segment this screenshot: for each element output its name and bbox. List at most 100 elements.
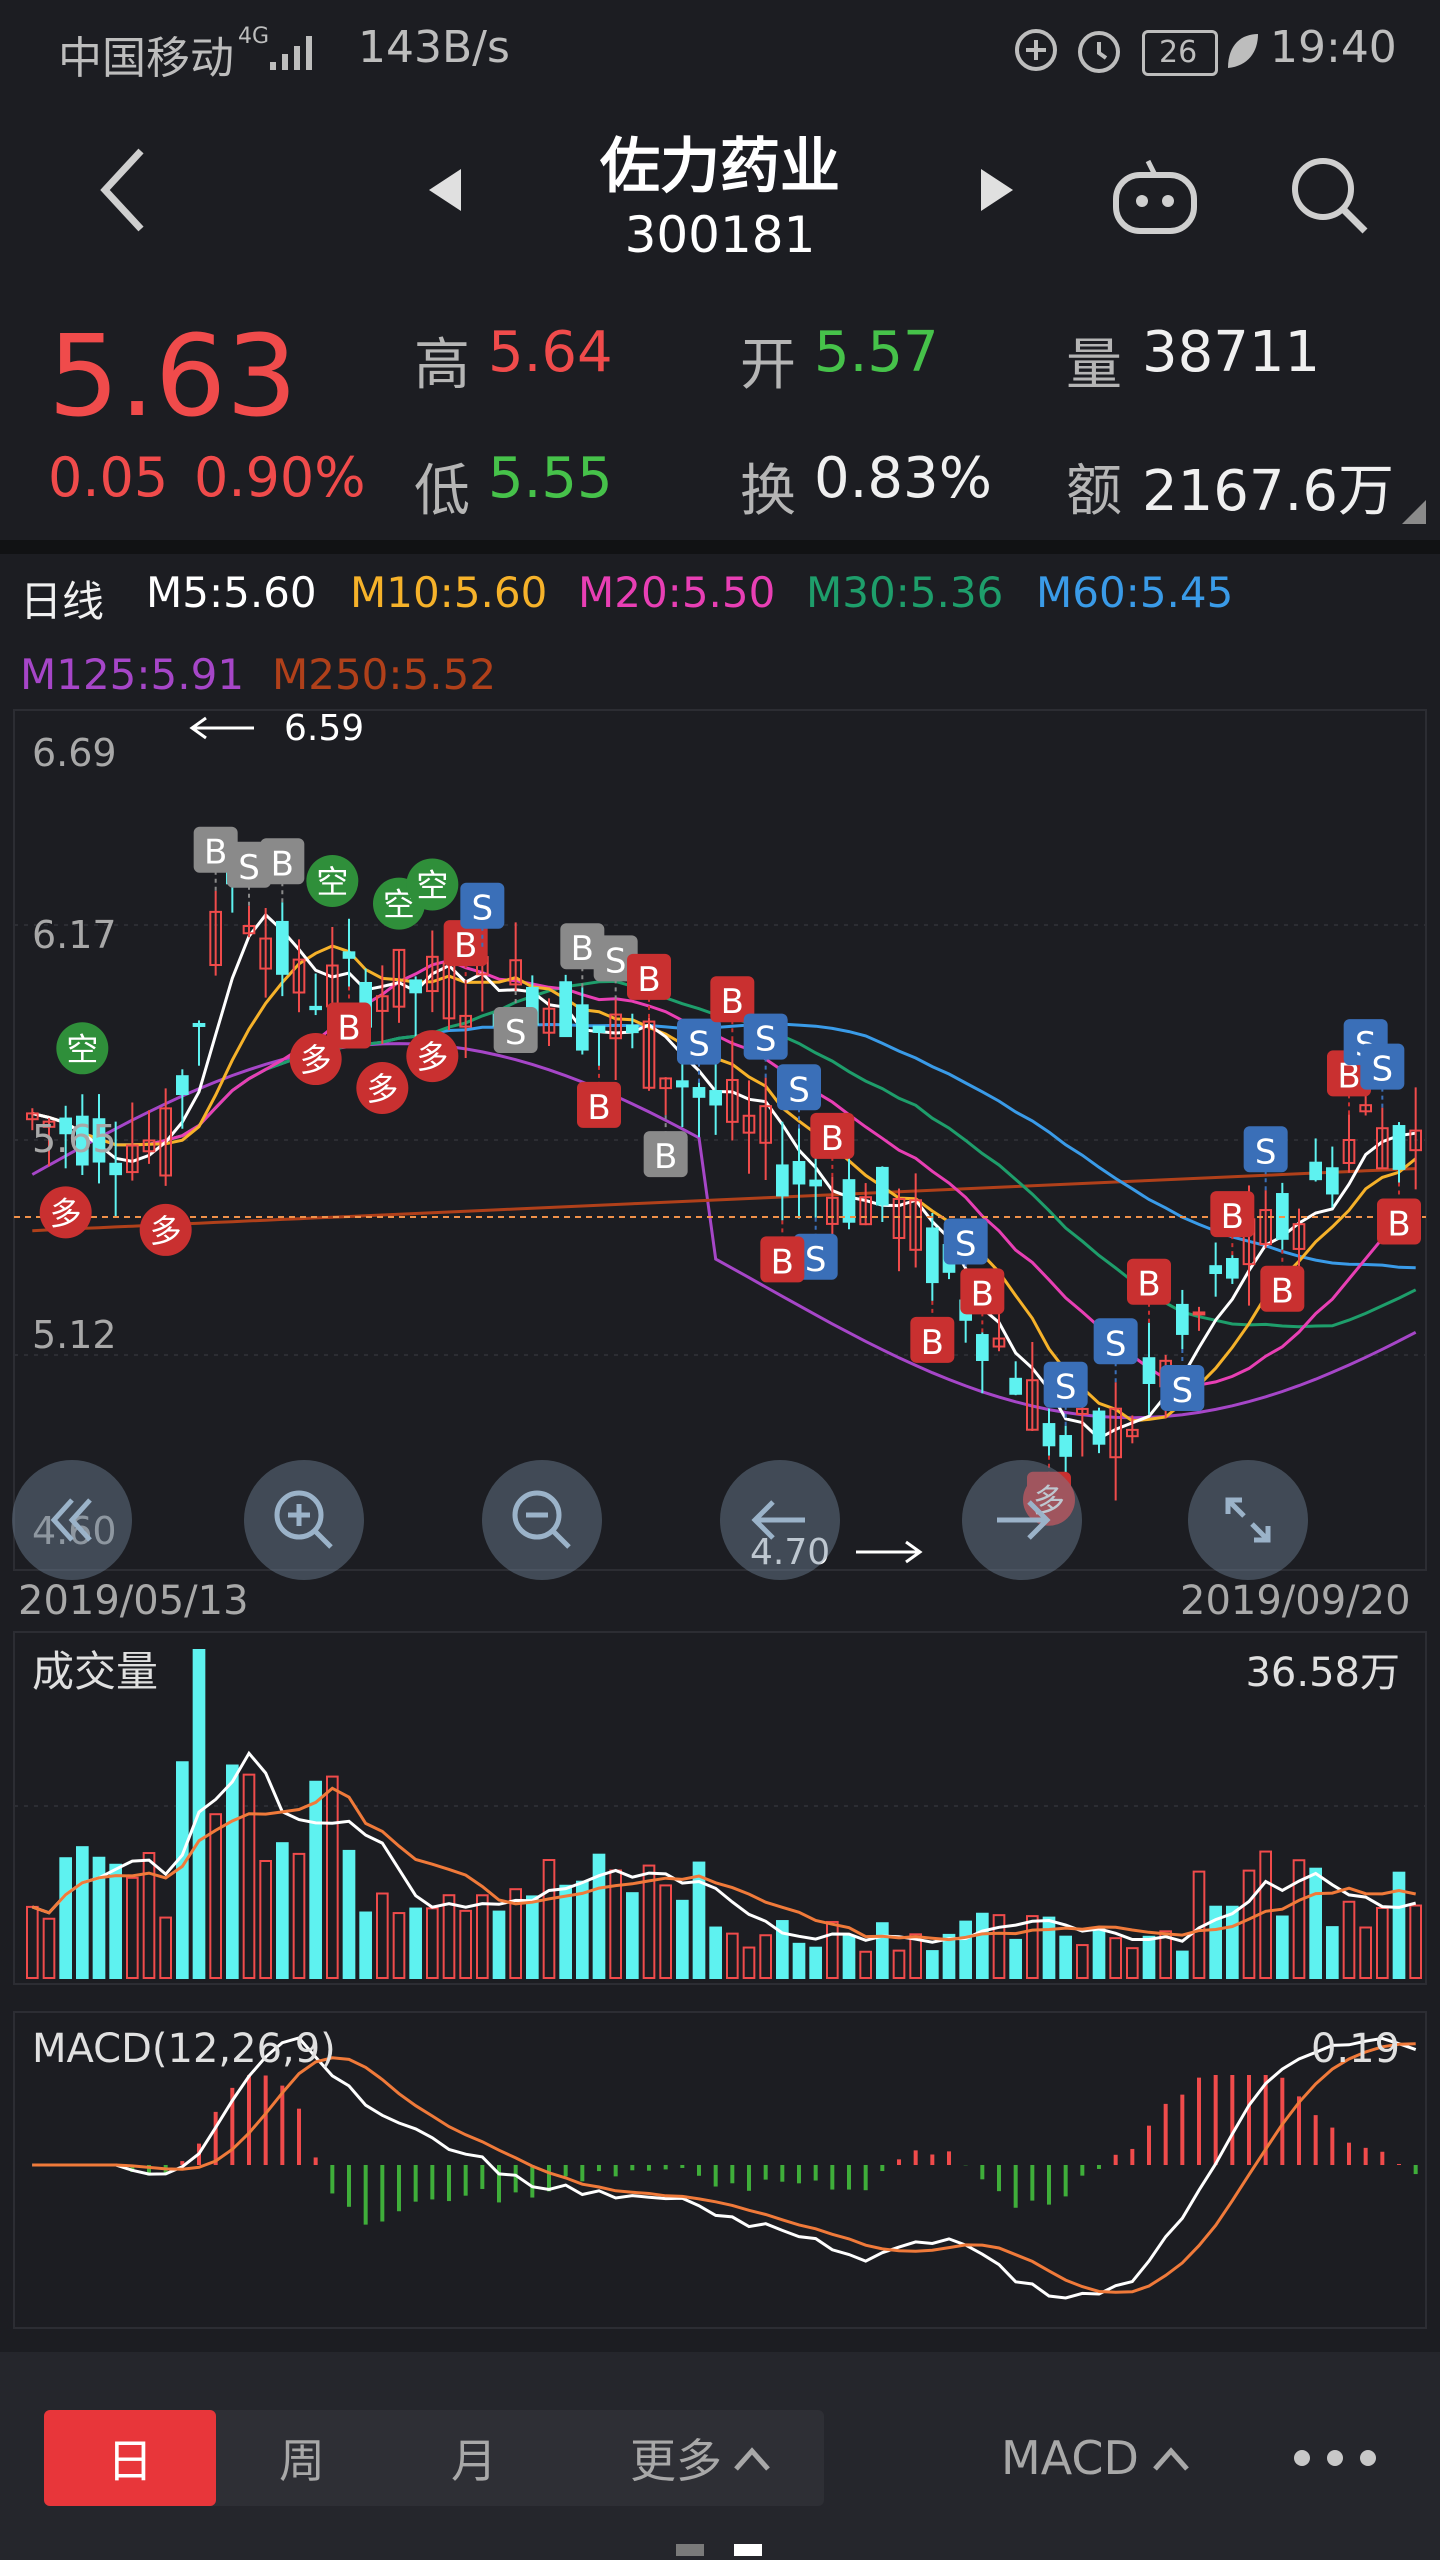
volume-bar bbox=[842, 1935, 856, 1979]
marker-label: B bbox=[971, 1274, 994, 1314]
current-price: 5.63 bbox=[48, 312, 298, 442]
search-button[interactable] bbox=[1284, 150, 1374, 240]
zoom-out-button[interactable] bbox=[482, 1460, 602, 1580]
turnover-label: 换 bbox=[740, 459, 796, 524]
volume-bar bbox=[1076, 1944, 1089, 1979]
volume-bar bbox=[859, 1950, 872, 1980]
zoom-in-icon bbox=[274, 1490, 333, 1549]
ma10-value: M10:5.60 bbox=[350, 568, 548, 617]
start-date: 2019/05/13 bbox=[18, 1578, 249, 1624]
tab-more[interactable]: 更多 bbox=[586, 2410, 816, 2506]
scroll-right-button[interactable] bbox=[962, 1460, 1082, 1580]
kline-chart[interactable]: BBBBSSBSBSBSSBBSBBSBSBSBBSBSSBBSBS多多多多多多… bbox=[0, 700, 1440, 1580]
volume-title: 成交量 bbox=[32, 1647, 158, 1696]
candle-body bbox=[576, 1004, 589, 1051]
candle-body bbox=[1192, 1311, 1206, 1316]
robot-assistant-button[interactable] bbox=[1110, 150, 1200, 240]
volume-bar bbox=[1259, 1850, 1273, 1979]
candle-body bbox=[1176, 1303, 1189, 1335]
marker-label: B bbox=[637, 960, 660, 1000]
long-signal-label: 多 bbox=[416, 1038, 448, 1076]
ma125-line bbox=[31, 1042, 1417, 1420]
volume-bar bbox=[1009, 1938, 1022, 1979]
volume-bar bbox=[126, 1876, 139, 1980]
open-value: 5.57 bbox=[814, 320, 939, 385]
volume-bar bbox=[1026, 1915, 1039, 1979]
volume-bar bbox=[342, 1849, 356, 1979]
price-change-pct: 0.90% bbox=[194, 446, 366, 509]
fullscreen-button[interactable] bbox=[1188, 1460, 1308, 1580]
volume-bar bbox=[892, 1949, 906, 1979]
battery-level: 26 bbox=[1159, 35, 1198, 70]
volume-bar bbox=[1359, 1926, 1373, 1980]
expand-corner-icon[interactable] bbox=[1400, 498, 1428, 526]
search-icon bbox=[1292, 158, 1368, 234]
volume-bar bbox=[276, 1842, 289, 1979]
marker-label: S bbox=[755, 1020, 777, 1060]
tab-more-label: 更多 bbox=[630, 2434, 722, 2488]
volume-bar bbox=[709, 1926, 722, 1979]
battery-icon: 26 bbox=[1142, 30, 1218, 76]
volume-bar bbox=[526, 1895, 539, 1979]
page-indicator-active bbox=[734, 2544, 762, 2556]
volume-bar bbox=[659, 1884, 672, 1980]
marker-label: B bbox=[721, 982, 744, 1022]
volume-bar bbox=[1242, 1869, 1256, 1979]
candle-body bbox=[1326, 1167, 1339, 1195]
arrow-left-icon bbox=[189, 716, 254, 740]
arrow-left-icon bbox=[751, 1500, 805, 1540]
marker-label: S bbox=[688, 1025, 710, 1065]
short-signal-label: 空 bbox=[416, 866, 448, 904]
candlesticks bbox=[26, 832, 1423, 1501]
zoom-in-button[interactable] bbox=[244, 1460, 364, 1580]
candle-body bbox=[176, 1075, 189, 1096]
y-tick: 6.69 bbox=[32, 731, 117, 775]
volume-chart[interactable]: 成交量 36.58万 bbox=[0, 1630, 1440, 1990]
ma30-line bbox=[31, 979, 1417, 1329]
expand-icon bbox=[1225, 1497, 1271, 1543]
indicator-selector[interactable]: MACD bbox=[976, 2410, 1216, 2506]
max-price-label: 6.59 bbox=[284, 708, 364, 749]
amount-label: 额 bbox=[1066, 459, 1122, 524]
data-saver-icon bbox=[1015, 29, 1057, 71]
scroll-left-button[interactable] bbox=[720, 1460, 840, 1580]
tab-month[interactable]: 月 bbox=[388, 2410, 560, 2506]
carrier: 中国移动 bbox=[58, 33, 234, 84]
volume-bar bbox=[309, 1780, 323, 1979]
clock: 19:40 bbox=[1270, 22, 1397, 73]
marker-label: B bbox=[1221, 1197, 1244, 1237]
long-signal-label: 多 bbox=[300, 1041, 332, 1079]
volume-bar bbox=[926, 1950, 939, 1979]
tab-week[interactable]: 周 bbox=[216, 2410, 388, 2506]
next-stock-button[interactable] bbox=[972, 160, 1022, 220]
stock-name: 佐力药业 bbox=[600, 132, 840, 202]
section-divider bbox=[0, 540, 1440, 554]
macd-value: 0.19 bbox=[1311, 2026, 1400, 2072]
y-tick: 6.17 bbox=[32, 913, 117, 957]
marker-label: S bbox=[1172, 1371, 1194, 1411]
macd-lines bbox=[32, 2036, 1417, 2300]
volume-bar bbox=[1342, 1900, 1356, 1980]
marker-label: S bbox=[1055, 1368, 1077, 1408]
volume-bar bbox=[1409, 1904, 1423, 1980]
tab-day[interactable]: 日 bbox=[44, 2410, 216, 2506]
scroll-left-fast-button[interactable] bbox=[12, 1460, 132, 1580]
candle-body bbox=[709, 1090, 722, 1106]
more-options-button[interactable] bbox=[1270, 2410, 1400, 2506]
period-label: 日线 bbox=[20, 577, 105, 626]
volume-bar bbox=[559, 1884, 572, 1979]
leaf-icon bbox=[1228, 34, 1258, 68]
long-signal-label: 多 bbox=[50, 1194, 82, 1232]
volume-bar bbox=[476, 1894, 489, 1979]
macd-chart[interactable]: MACD(12,26,9) 0.19 bbox=[0, 2010, 1440, 2330]
open-label: 开 bbox=[740, 333, 796, 398]
marker-label: S bbox=[605, 941, 627, 981]
ma125-value: M125:5.91 bbox=[20, 650, 245, 699]
marker-label: B bbox=[271, 844, 294, 884]
y-tick: 5.65 bbox=[32, 1117, 117, 1161]
volume-bar bbox=[292, 1852, 306, 1980]
long-signal-label: 多 bbox=[150, 1212, 182, 1250]
ma20-value: M20:5.50 bbox=[578, 568, 776, 617]
candle-body bbox=[1309, 1161, 1323, 1181]
zoom-out-icon bbox=[512, 1490, 571, 1549]
